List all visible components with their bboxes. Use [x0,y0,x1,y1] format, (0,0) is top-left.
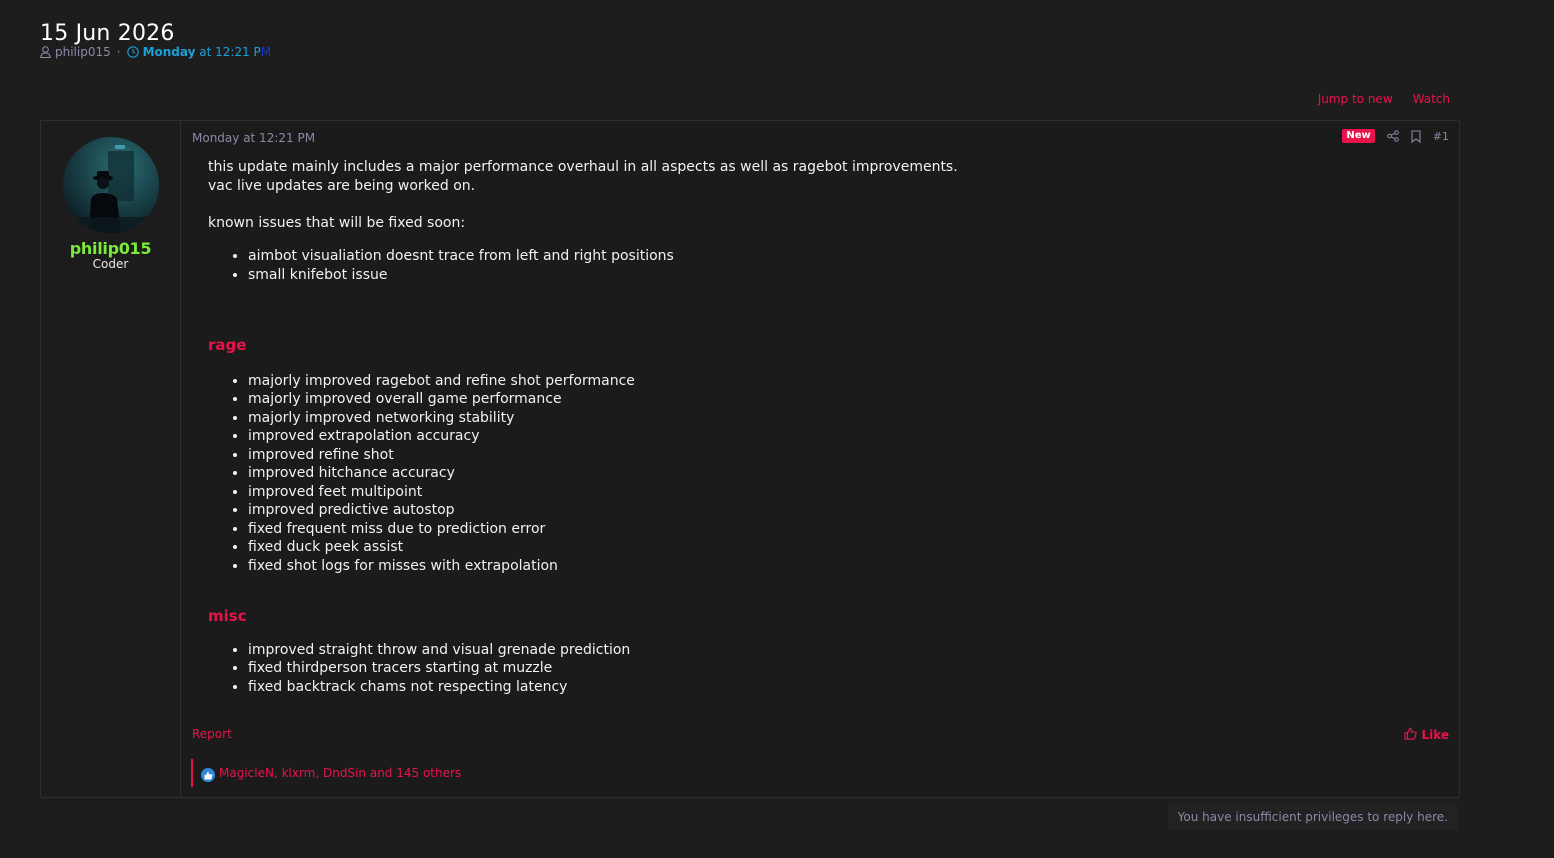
thread-date-time-main: at 12:21 P [199,45,261,59]
avatar[interactable] [63,137,159,233]
list-item: improved feet multipoint [248,483,1439,502]
user-icon [40,46,51,58]
list-item: fixed shot logs for misses with extrapol… [248,557,1439,576]
reactions-bar[interactable]: MagicleN, klxrm, DndSin and 145 others [191,759,461,787]
list-item: improved straight throw and visual grena… [248,641,1439,660]
post-tools: New #1 [1342,129,1449,143]
post-main: Monday at 12:21 PM New #1 this update ma… [181,121,1459,797]
thread-actions: Jump to new Watch [1318,92,1450,106]
like-button[interactable]: Like [1404,727,1449,743]
reactions-text: MagicleN, klxrm, DndSin and 145 others [219,766,462,780]
known-issues-list: aimbot visualiation doesnt trace from le… [208,247,1439,284]
rage-list: majorly improved ragebot and refine shot… [208,372,1439,576]
new-badge: New [1342,129,1375,143]
watch-link[interactable]: Watch [1413,92,1450,106]
thread-meta: philip015 · Monday at 12:21 PM [40,45,271,59]
post-username[interactable]: philip015 [41,239,180,258]
thread-date-link[interactable]: Monday at 12:21 PM [143,45,272,59]
list-item: majorly improved ragebot and refine shot… [248,372,1439,391]
jump-to-new-link[interactable]: Jump to new [1318,92,1393,106]
thread-author-link[interactable]: philip015 [55,45,111,59]
list-item: fixed thirdperson tracers starting at mu… [248,659,1439,678]
known-issues-heading: known issues that will be fixed soon: [208,214,466,231]
post-intro-line2: vac live updates are being worked on. [208,177,476,194]
list-item: improved refine shot [248,446,1439,465]
list-item: fixed duck peek assist [248,538,1439,557]
thread-date-time-fade: M [260,45,272,59]
post-user-panel: philip015 Coder [41,121,181,797]
clock-icon [126,46,139,58]
post: philip015 Coder Monday at 12:21 PM New #… [40,120,1460,798]
post-user-title: Coder [92,257,129,271]
thread-date-time: at 12:21 PM [199,45,271,59]
list-item: majorly improved networking stability [248,409,1439,428]
page: 15 Jun 2026 philip015 · Monday at 12:21 … [0,0,1554,858]
post-number-link[interactable]: #1 [1433,130,1449,143]
reply-notice: You have insufficient privileges to repl… [1167,804,1458,830]
like-label: Like [1421,728,1449,742]
list-item: small knifebot issue [248,266,1439,285]
post-body: this update mainly includes a major perf… [208,158,1439,696]
thread-title: 15 Jun 2026 [40,20,175,46]
list-item: improved predictive autostop [248,501,1439,520]
like-reaction-icon [201,768,215,782]
report-link[interactable]: Report [192,727,232,741]
list-item: fixed backtrack chams not respecting lat… [248,678,1439,697]
list-item: fixed frequent miss due to prediction er… [248,520,1439,539]
rage-heading: rage [208,336,247,354]
meta-separator: · [116,45,121,59]
list-item: aimbot visualiation doesnt trace from le… [248,247,1439,266]
avatar-image [63,145,159,233]
list-item: improved extrapolation accuracy [248,427,1439,446]
misc-list: improved straight throw and visual grena… [208,641,1439,697]
list-item: majorly improved overall game performanc… [248,390,1439,409]
post-intro-line1: this update mainly includes a major perf… [208,159,958,175]
list-item: improved hitchance accuracy [248,464,1439,483]
misc-heading: misc [208,607,247,625]
bookmark-icon[interactable] [1411,129,1421,143]
thread-date-day: Monday [142,45,196,59]
thumbs-up-icon [1404,727,1418,743]
share-icon[interactable] [1386,130,1399,142]
post-date-link[interactable]: Monday at 12:21 PM [192,131,315,145]
